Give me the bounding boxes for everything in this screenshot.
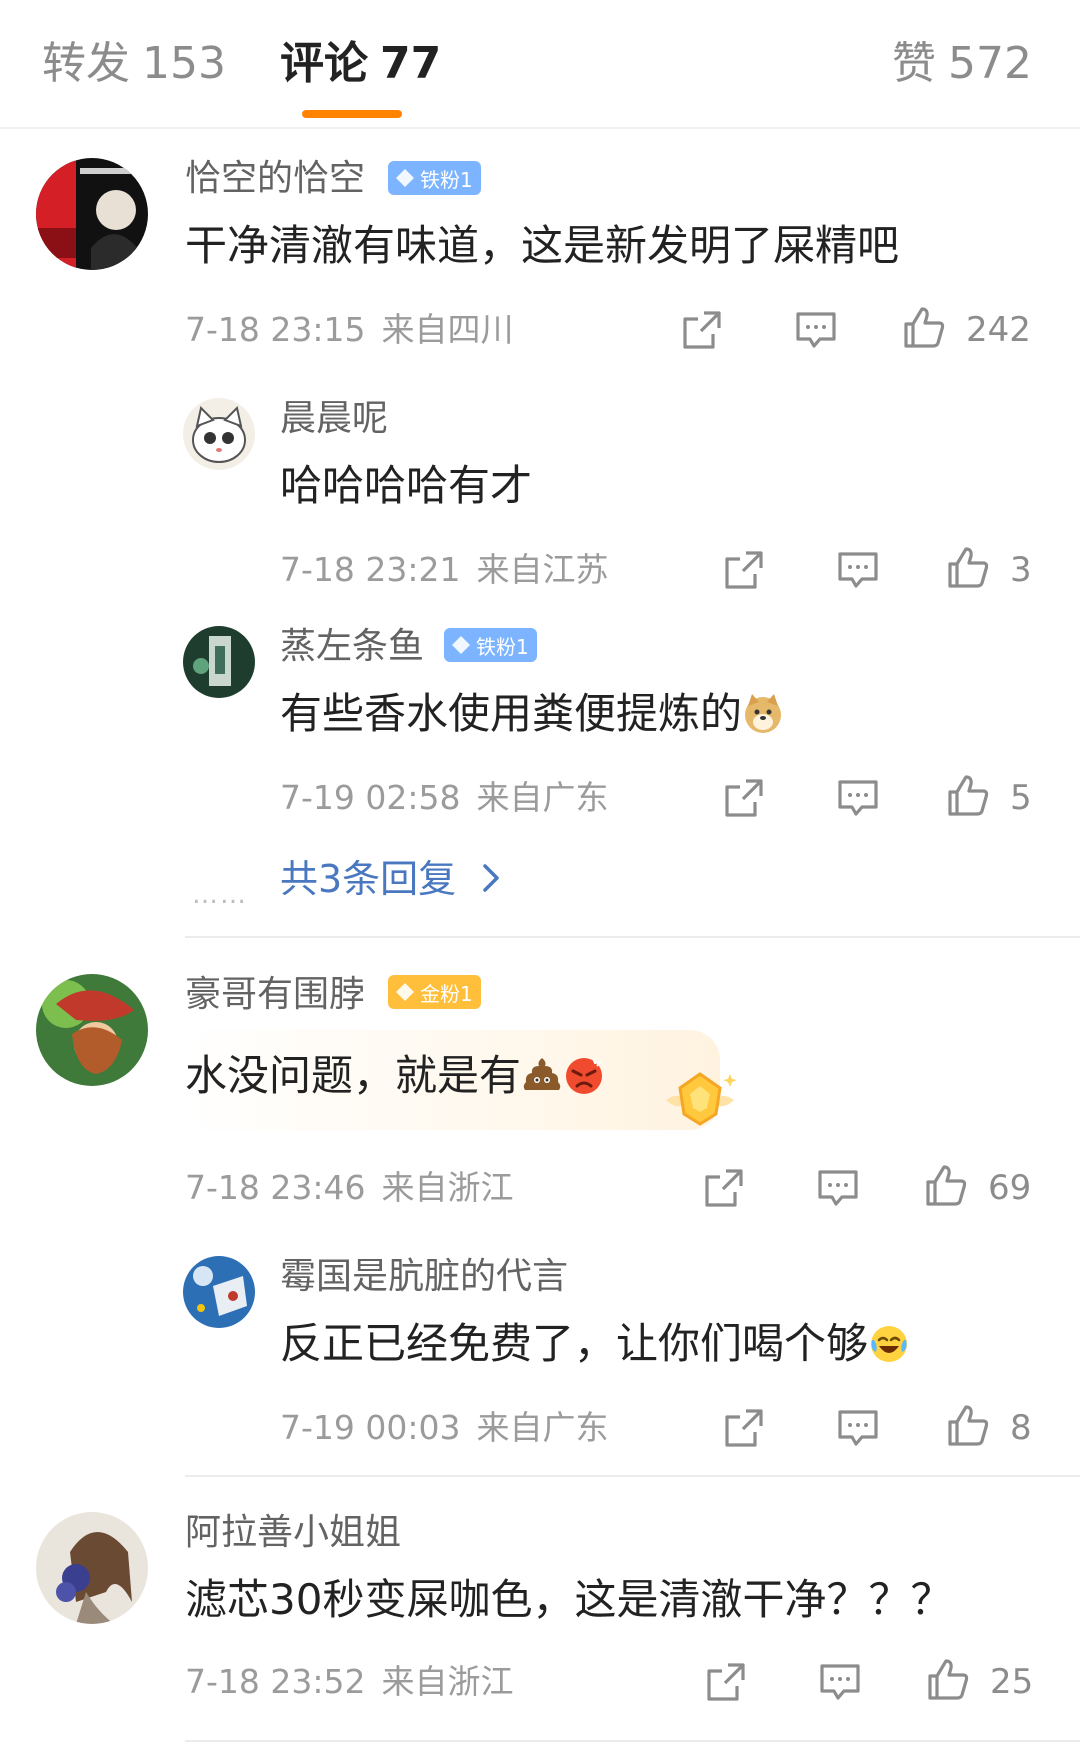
reply-username[interactable]: 晨晨呢 (280, 396, 388, 442)
fan-badge-label: 铁粉1 (420, 167, 473, 192)
more-replies-dots: …… (192, 880, 248, 910)
more-replies-link[interactable]: 共3条回复 (280, 854, 456, 904)
comment-time: 7-18 23:46 (185, 1168, 366, 1207)
like-icon[interactable] (946, 546, 990, 590)
laugh-cry-emoji (871, 1326, 908, 1362)
like-icon[interactable] (946, 774, 990, 818)
like-icon[interactable] (946, 1404, 990, 1448)
comment-icon[interactable] (836, 1406, 880, 1450)
avatar[interactable] (36, 974, 148, 1086)
like-icon[interactable] (924, 1164, 968, 1208)
reply-location: 来自广东 (476, 1408, 609, 1447)
like-count: 25 (990, 1662, 1034, 1702)
reply-text-content: 反正已经免费了，让你们喝个够 (280, 1319, 869, 1368)
like-count: 69 (988, 1168, 1032, 1208)
comment-text-content: 水没问题，就是有 (185, 1051, 522, 1100)
tab-forward-label: 转发 (42, 38, 130, 89)
diamond-icon (396, 169, 414, 187)
tab-comments-count: 77 (380, 38, 442, 89)
fan-badge[interactable]: 铁粉1 (388, 161, 481, 195)
angry-emoji (566, 1057, 603, 1094)
reply-meta: 7-19 02:58 来自广东 (280, 776, 609, 820)
like-count: 3 (1010, 550, 1032, 590)
reply-text: 反正已经免费了，让你们喝个够 (280, 1316, 910, 1372)
comment-location: 来自浙江 (381, 1168, 514, 1207)
avatar[interactable] (183, 398, 255, 470)
poop-emoji (523, 1058, 561, 1090)
fan-badge-label: 金粉1 (420, 981, 473, 1006)
comment-meta: 7-18 23:46 来自浙江 (185, 1166, 514, 1210)
vip-medal-icon (666, 1072, 737, 1126)
like-count: 242 (966, 310, 1031, 350)
fan-badge-label: 铁粉1 (476, 634, 529, 659)
comment-icon[interactable] (836, 776, 880, 820)
active-tab-indicator (302, 110, 402, 118)
like-icon[interactable] (902, 306, 946, 350)
comment-divider (185, 936, 1080, 938)
tab-likes[interactable]: 赞 572 (892, 36, 1032, 92)
comment-username[interactable]: 阿拉善小姐姐 (185, 1510, 401, 1556)
share-icon[interactable] (680, 308, 724, 352)
comment-location: 来自四川 (381, 310, 514, 349)
fan-badge[interactable]: 金粉1 (388, 975, 481, 1009)
share-icon[interactable] (722, 1406, 766, 1450)
avatar[interactable] (36, 158, 148, 270)
avatar[interactable] (183, 1256, 255, 1328)
reply-time: 7-19 02:58 (280, 778, 461, 817)
avatar[interactable] (183, 626, 255, 698)
comment-icon[interactable] (816, 1166, 860, 1210)
reply-username[interactable]: 蒸左条鱼 (280, 624, 424, 670)
share-icon[interactable] (722, 548, 766, 592)
reply-location: 来自广东 (476, 778, 609, 817)
like-icon[interactable] (926, 1658, 970, 1702)
comment-username[interactable]: 恰空的恰空 (185, 156, 365, 202)
tab-comments[interactable]: 评论 77 (280, 36, 441, 92)
comment-meta: 7-18 23:52 来自浙江 (185, 1660, 514, 1704)
share-icon[interactable] (722, 776, 766, 820)
share-icon[interactable] (702, 1166, 746, 1210)
comment-icon[interactable] (794, 308, 838, 352)
doge-emoji (745, 694, 782, 733)
tab-likes-count: 572 (948, 38, 1032, 89)
tab-forward[interactable]: 转发 153 (42, 36, 226, 92)
reply-meta: 7-18 23:21 来自江苏 (280, 548, 609, 592)
fan-badge[interactable]: 铁粉1 (444, 628, 537, 662)
avatar[interactable] (36, 1512, 148, 1624)
comment-divider (185, 1740, 1080, 1742)
reply-meta: 7-19 00:03 来自广东 (280, 1406, 609, 1450)
comment-username[interactable]: 豪哥有围脖 (185, 972, 365, 1018)
comment-location: 来自浙江 (381, 1662, 514, 1701)
share-icon[interactable] (704, 1660, 748, 1704)
reply-time: 7-19 00:03 (280, 1408, 461, 1447)
diamond-icon (452, 636, 470, 654)
header-divider (0, 127, 1080, 129)
reply-location: 来自江苏 (476, 550, 609, 589)
reply-username[interactable]: 霉国是肮脏的代言 (280, 1254, 568, 1300)
comment-divider (185, 1475, 1080, 1477)
like-count: 8 (1010, 1408, 1032, 1448)
reply-text: 哈哈哈哈有才 (280, 461, 533, 510)
reply-time: 7-18 23:21 (280, 550, 461, 589)
reply-text: 有些香水使用粪便提炼的 (280, 686, 784, 742)
comment-icon[interactable] (818, 1660, 862, 1704)
comment-time: 7-18 23:52 (185, 1662, 366, 1701)
comment-text: 干净清澈有味道，这是新发明了屎精吧 (185, 221, 900, 270)
tab-comments-label: 评论 (280, 38, 368, 89)
comment-text: 水没问题，就是有 (185, 1048, 605, 1104)
diamond-icon (396, 983, 414, 1001)
chevron-right-icon[interactable] (478, 858, 504, 898)
comment-text: 滤芯30秒变屎咖色，这是清澈干净？？？ (185, 1575, 953, 1624)
comment-time: 7-18 23:15 (185, 310, 366, 349)
reply-text-content: 有些香水使用粪便提炼的 (280, 689, 743, 738)
tab-forward-count: 153 (142, 38, 226, 89)
comment-meta: 7-18 23:15 来自四川 (185, 308, 514, 352)
tab-likes-label: 赞 (892, 38, 937, 89)
like-count: 5 (1010, 778, 1032, 818)
comment-icon[interactable] (836, 548, 880, 592)
